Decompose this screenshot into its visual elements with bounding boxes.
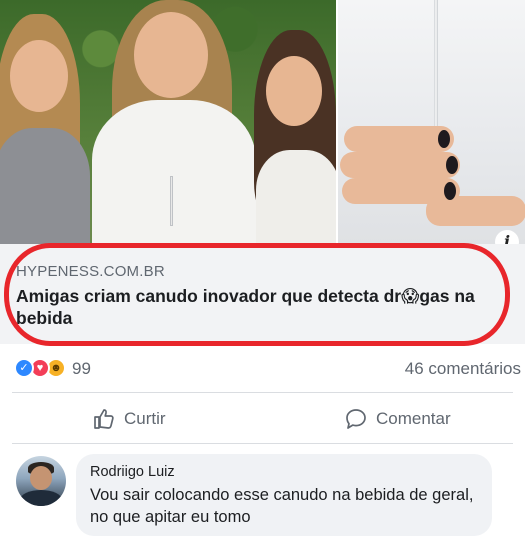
person-left-top <box>0 128 90 244</box>
comment-author[interactable]: Rodriigo Luiz <box>90 464 478 480</box>
comment-text: Vou sair colocando esse canudo na bebida… <box>90 486 474 526</box>
avatar-shirt <box>20 490 62 506</box>
avatar[interactable] <box>16 456 66 506</box>
link-source: HYPENESS.COM.BR <box>16 263 165 280</box>
fingernail <box>446 156 458 174</box>
link-title[interactable]: Amigas criam canudo inovador que detecta… <box>16 285 486 329</box>
person-middle-top <box>92 100 256 244</box>
person-right-top <box>256 150 336 244</box>
reactions-bar: ✓ ♥ ☻ 99 46 comentários <box>0 350 525 386</box>
like-icon[interactable]: ✓ <box>14 358 34 378</box>
photo-straw-closeup <box>336 0 525 244</box>
fingernail <box>438 130 450 148</box>
comment: Rodriigo Luiz Vou sair colocando esse ca… <box>0 452 525 540</box>
reaction-count[interactable]: 99 <box>72 359 91 379</box>
comment-bubble: Rodriigo Luiz Vou sair colocando esse ca… <box>76 454 492 536</box>
actions-bar: Curtir Comentar <box>0 397 525 441</box>
comments-count[interactable]: 46 comentários <box>405 359 521 379</box>
finger <box>340 152 460 178</box>
link-preview[interactable]: HYPENESS.COM.BR Amigas criam canudo inov… <box>0 244 525 344</box>
thumb <box>426 196 525 226</box>
fingernail <box>444 182 456 200</box>
speech-bubble-icon <box>346 409 366 429</box>
thumbs-up-icon <box>94 409 114 429</box>
post-image[interactable] <box>0 0 525 244</box>
avatar-head <box>30 466 52 490</box>
divider <box>12 392 513 393</box>
person-middle-face <box>134 12 208 98</box>
divider <box>12 443 513 444</box>
comment-label: Comentar <box>376 409 451 428</box>
person-right-face <box>266 56 322 126</box>
straw-in-hand <box>170 176 173 226</box>
comment-button[interactable]: Comentar <box>344 403 451 435</box>
like-button[interactable]: Curtir <box>92 403 166 435</box>
like-label: Curtir <box>124 409 166 428</box>
person-left-face <box>10 40 68 112</box>
photo-three-friends <box>0 0 336 244</box>
